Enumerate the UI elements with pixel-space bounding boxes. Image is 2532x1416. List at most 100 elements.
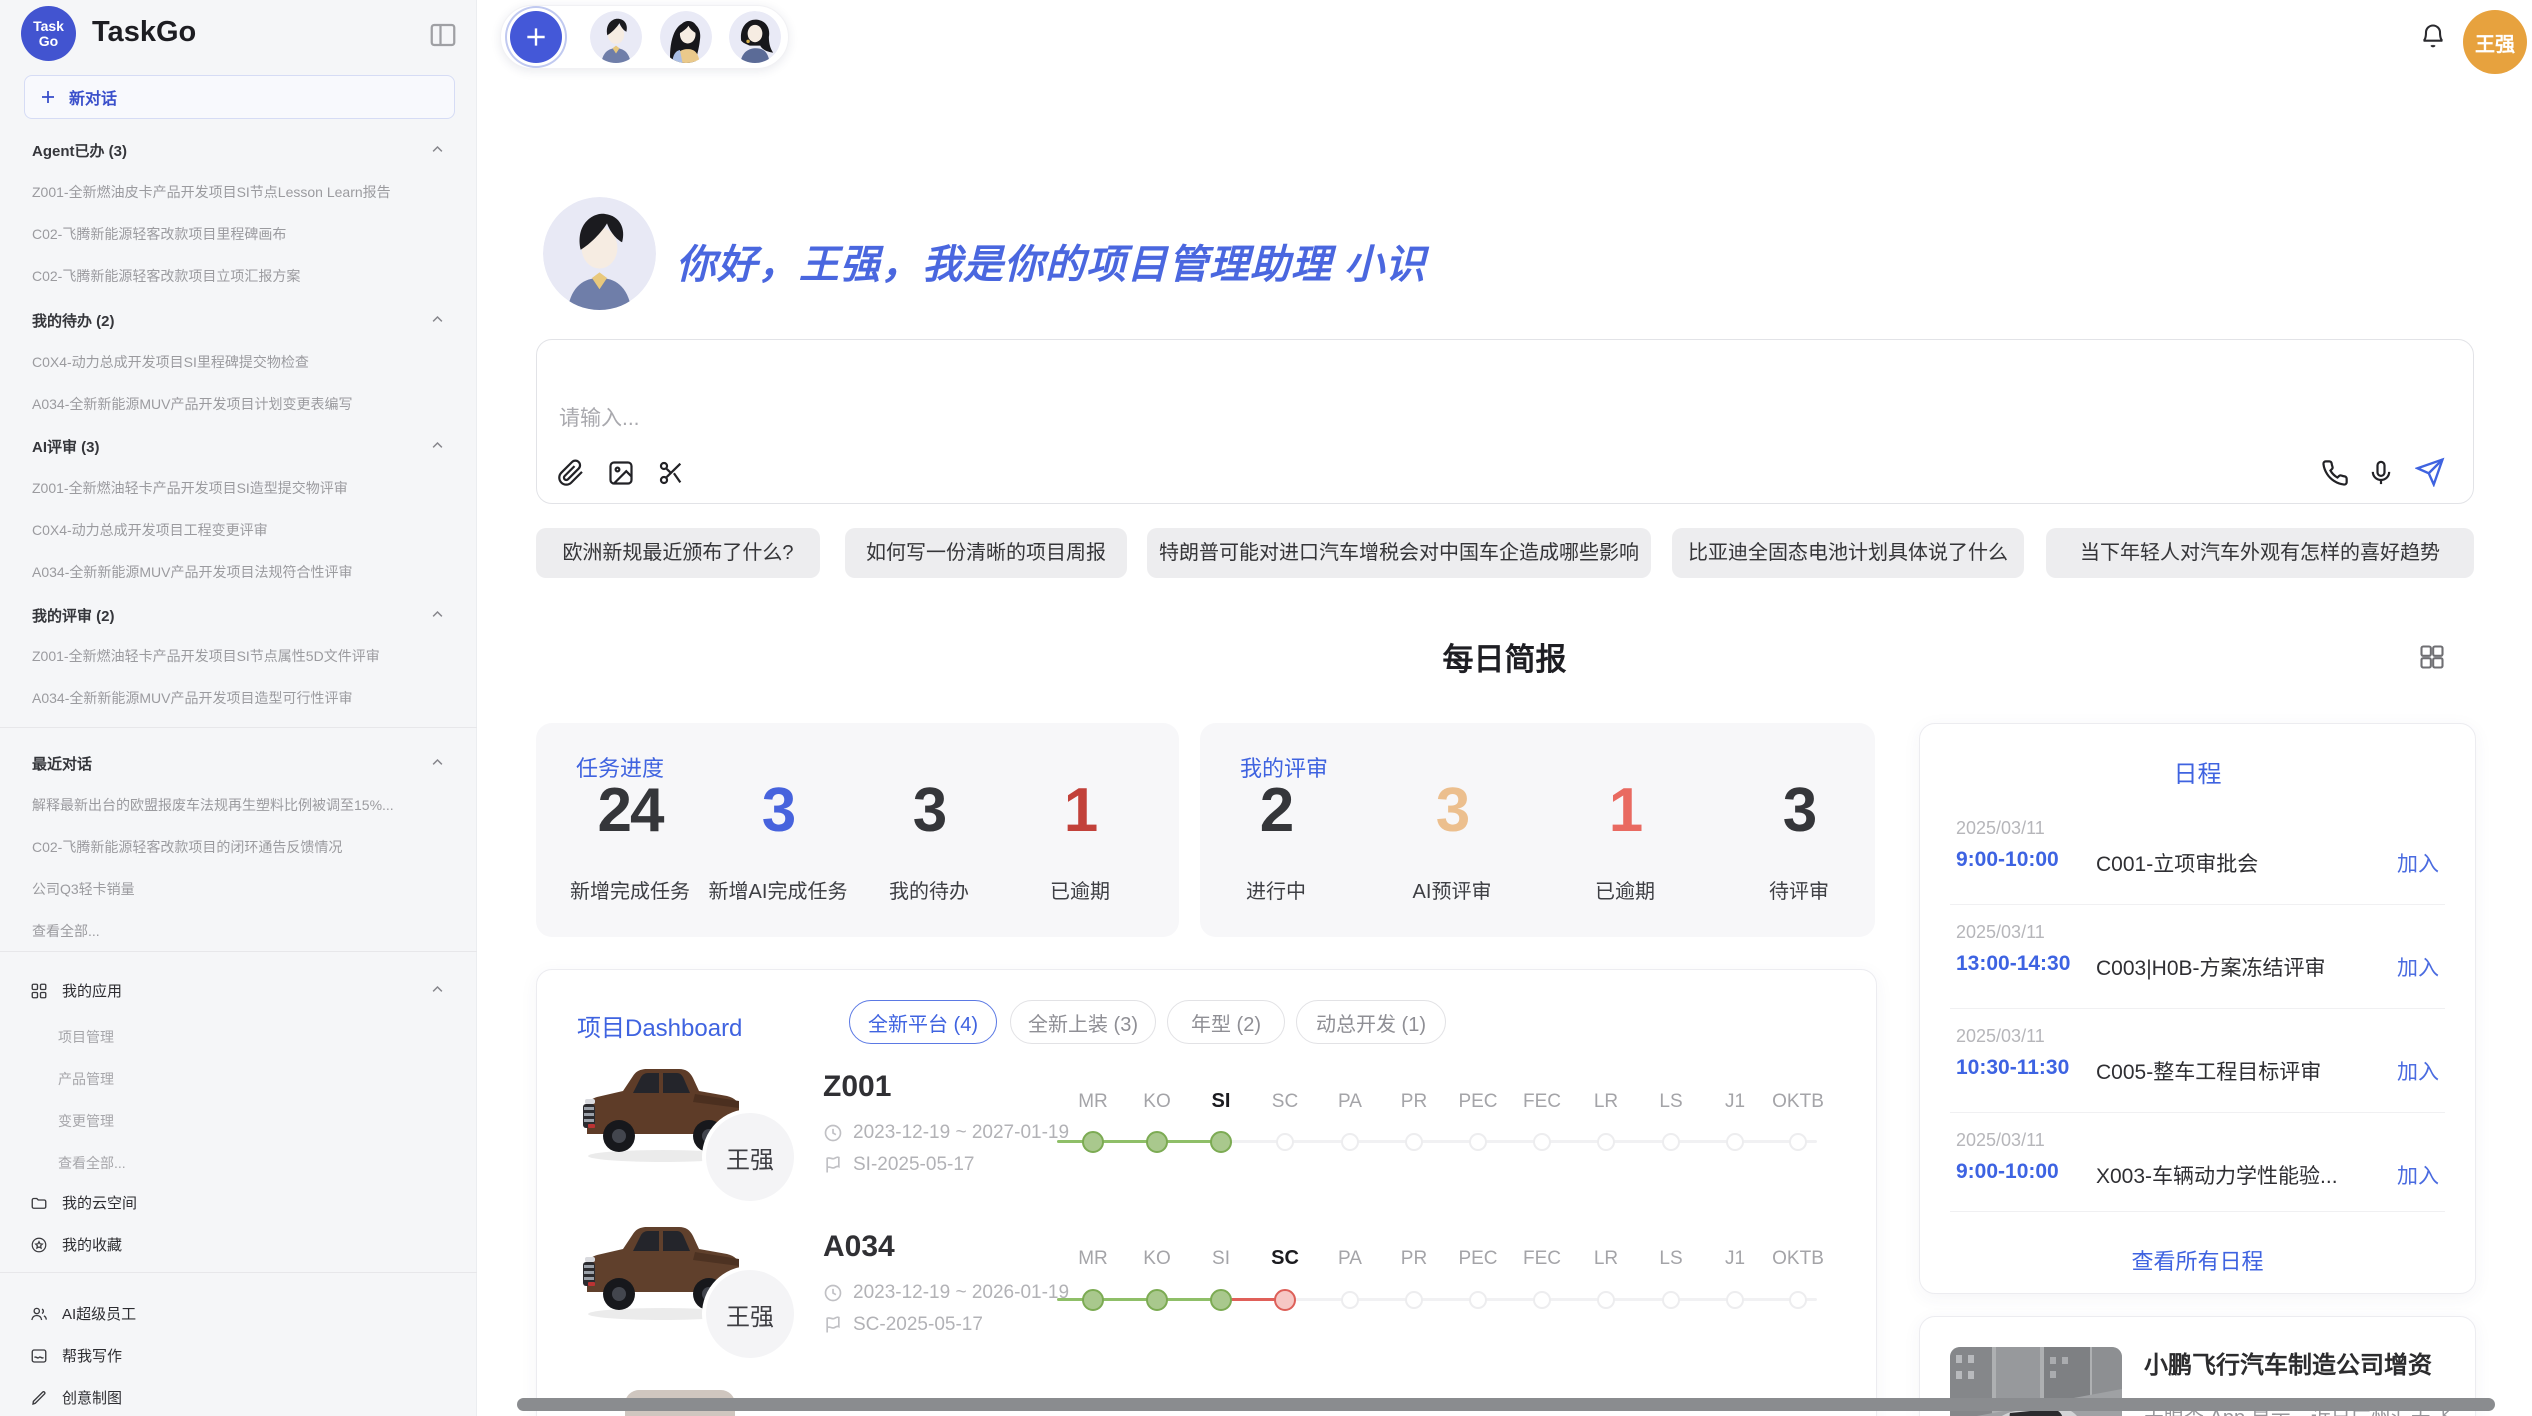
avatar-woman-1[interactable] xyxy=(660,11,712,63)
send-icon[interactable] xyxy=(2415,457,2445,487)
tab-powertrain[interactable]: 动总开发 (1) xyxy=(1296,1000,1446,1044)
milestone-dot[interactable] xyxy=(1726,1133,1744,1151)
milestone-dot[interactable] xyxy=(1789,1291,1807,1309)
milestone-dot[interactable] xyxy=(1405,1291,1423,1309)
chevron-up-icon[interactable] xyxy=(430,982,445,997)
chevron-up-icon[interactable] xyxy=(430,142,445,157)
chevron-up-icon[interactable] xyxy=(430,312,445,327)
microphone-icon[interactable] xyxy=(2367,459,2395,487)
screenshot-scissors-icon[interactable] xyxy=(657,459,685,487)
sidebar-item[interactable]: Z001-全新燃油轻卡产品开发项目SI节点属性5D文件评审 xyxy=(32,646,460,666)
suggestion-chip[interactable]: 当下年轻人对汽车外观有怎样的喜好趋势 xyxy=(2046,528,2474,578)
assistant-avatar xyxy=(543,197,656,310)
milestone-dot[interactable] xyxy=(1662,1133,1680,1151)
sidebar-item-write-helper[interactable]: 帮我写作 xyxy=(30,1345,122,1366)
sidebar-item[interactable]: A034-全新新能源MUV产品开发项目造型可行性评审 xyxy=(32,688,460,708)
attachment-icon[interactable] xyxy=(557,459,585,487)
sidebar-item-ai-staff[interactable]: AI超级员工 xyxy=(30,1303,136,1324)
sidebar-item[interactable]: C02-飞腾新能源轻客改款项目里程碑画布 xyxy=(32,224,460,244)
sidebar-item[interactable]: Z001-全新燃油轻卡产品开发项目SI造型提交物评审 xyxy=(32,478,460,498)
stat-value: 24 xyxy=(598,775,663,846)
milestone-dot[interactable] xyxy=(1662,1291,1680,1309)
suggestion-chip[interactable]: 欧洲新规最近颁布了什么? xyxy=(536,528,820,578)
view-all-schedule-link[interactable]: 查看所有日程 xyxy=(1920,1244,2475,1276)
view-all-chats[interactable]: 查看全部... xyxy=(32,921,460,941)
sidebar-item[interactable]: C0X4-动力总成开发项目工程变更评审 xyxy=(32,520,460,540)
project-name[interactable]: Z001 xyxy=(823,1070,891,1104)
news-title[interactable]: 小鹏飞行汽车制造公司增资 xyxy=(2144,1345,2432,1380)
image-upload-icon[interactable] xyxy=(607,459,635,487)
app-item-project[interactable]: 项目管理 xyxy=(58,1027,458,1047)
section-ai-review[interactable]: AI评审 (3) xyxy=(32,436,100,457)
new-chat-button[interactable]: 新对话 xyxy=(24,75,455,119)
milestone-dot[interactable] xyxy=(1146,1289,1168,1311)
new-session-button[interactable] xyxy=(510,11,562,63)
image-note-icon xyxy=(30,1347,48,1365)
milestone-dot[interactable] xyxy=(1726,1291,1744,1309)
milestone-dot[interactable] xyxy=(1082,1289,1104,1311)
sidebar-item-cloud-space[interactable]: 我的云空间 xyxy=(30,1192,137,1213)
tab-new-body[interactable]: 全新上装 (3) xyxy=(1010,1000,1156,1044)
horizontal-scrollbar[interactable] xyxy=(517,1398,2495,1411)
suggestion-chip[interactable]: 如何写一份清晰的项目周报 xyxy=(845,528,1127,578)
project-name[interactable]: A034 xyxy=(823,1230,895,1264)
my-review-card: 我的评审 2 3 1 3 进行中 AI预评审 已逾期 待评审 xyxy=(1200,723,1875,937)
notification-bell-icon[interactable] xyxy=(2419,22,2447,50)
milestone-dot[interactable] xyxy=(1210,1131,1232,1153)
milestone-dot[interactable] xyxy=(1533,1291,1551,1309)
tab-model-year[interactable]: 年型 (2) xyxy=(1167,1000,1285,1044)
milestone-dot[interactable] xyxy=(1082,1131,1104,1153)
suggestion-chip[interactable]: 特朗普可能对进口汽车增税会对中国车企造成哪些影响 xyxy=(1147,528,1651,578)
sidebar-collapse-icon[interactable] xyxy=(428,20,458,50)
milestone-dot[interactable] xyxy=(1469,1133,1487,1151)
sidebar-item-my-apps[interactable]: 我的应用 xyxy=(30,980,122,1001)
milestone-dot[interactable] xyxy=(1341,1133,1359,1151)
join-link[interactable]: 加入 xyxy=(2397,1056,2439,1086)
milestone-dot[interactable] xyxy=(1597,1291,1615,1309)
join-link[interactable]: 加入 xyxy=(2397,1160,2439,1190)
section-agent-done[interactable]: Agent已办 (3) xyxy=(32,140,127,161)
chevron-up-icon[interactable] xyxy=(430,607,445,622)
app-item-change[interactable]: 变更管理 xyxy=(58,1111,458,1131)
sidebar-item[interactable]: A034-全新新能源MUV产品开发项目计划变更表编写 xyxy=(32,394,460,414)
milestone-dot[interactable] xyxy=(1210,1289,1232,1311)
sidebar-item[interactable]: 解释最新出台的欧盟报废车法规再生塑料比例被调至15%... xyxy=(32,795,460,815)
chevron-up-icon[interactable] xyxy=(430,438,445,453)
avatar-woman-2[interactable] xyxy=(729,11,781,63)
sidebar-item[interactable]: 公司Q3轻卡销量 xyxy=(32,879,460,899)
join-link[interactable]: 加入 xyxy=(2397,952,2439,982)
sidebar-item-favorites[interactable]: 我的收藏 xyxy=(30,1234,122,1255)
view-all-apps[interactable]: 查看全部... xyxy=(58,1153,458,1173)
sidebar-item[interactable]: C0X4-动力总成开发项目SI里程碑提交物检查 xyxy=(32,352,460,372)
milestone-dot[interactable] xyxy=(1146,1131,1168,1153)
user-avatar[interactable]: 王强 xyxy=(2463,10,2527,74)
section-my-review[interactable]: 我的评审 (2) xyxy=(32,605,115,626)
avatar-man[interactable] xyxy=(590,11,642,63)
sidebar-item-creative-draw[interactable]: 创意制图 xyxy=(30,1387,122,1408)
milestone-dot[interactable] xyxy=(1276,1133,1294,1151)
app-item-product[interactable]: 产品管理 xyxy=(58,1069,458,1089)
milestone-label: LR xyxy=(1594,1091,1618,1113)
suggestion-chip[interactable]: 比亚迪全固态电池计划具体说了什么 xyxy=(1672,528,2024,578)
divider xyxy=(1950,904,2445,905)
join-link[interactable]: 加入 xyxy=(2397,848,2439,878)
section-recent-chats[interactable]: 最近对话 xyxy=(32,753,92,774)
milestone-dot[interactable] xyxy=(1405,1133,1423,1151)
sidebar-item[interactable]: C02-飞腾新能源轻客改款项目立项汇报方案 xyxy=(32,266,460,286)
flag-icon xyxy=(823,1155,843,1175)
milestone-dot[interactable] xyxy=(1341,1291,1359,1309)
section-my-todo[interactable]: 我的待办 (2) xyxy=(32,310,115,331)
layout-grid-icon[interactable] xyxy=(2418,643,2446,671)
chevron-up-icon[interactable] xyxy=(430,755,445,770)
sidebar-item[interactable]: A034-全新新能源MUV产品开发项目法规符合性评审 xyxy=(32,562,460,582)
sidebar-item[interactable]: C02-飞腾新能源轻客改款项目的闭环通告反馈情况 xyxy=(32,837,460,857)
milestone-dot[interactable] xyxy=(1533,1133,1551,1151)
milestone-dot-overdue[interactable] xyxy=(1274,1289,1296,1311)
milestone-dot[interactable] xyxy=(1469,1291,1487,1309)
milestone-dot[interactable] xyxy=(1597,1133,1615,1151)
tab-all-new-platform[interactable]: 全新平台 (4) xyxy=(849,1000,997,1044)
voice-call-icon[interactable] xyxy=(2321,459,2349,487)
milestone-dot[interactable] xyxy=(1789,1133,1807,1151)
sidebar-item[interactable]: Z001-全新燃油皮卡产品开发项目SI节点Lesson Learn报告 xyxy=(32,182,460,202)
chat-input[interactable]: 请输入... xyxy=(536,339,2474,504)
